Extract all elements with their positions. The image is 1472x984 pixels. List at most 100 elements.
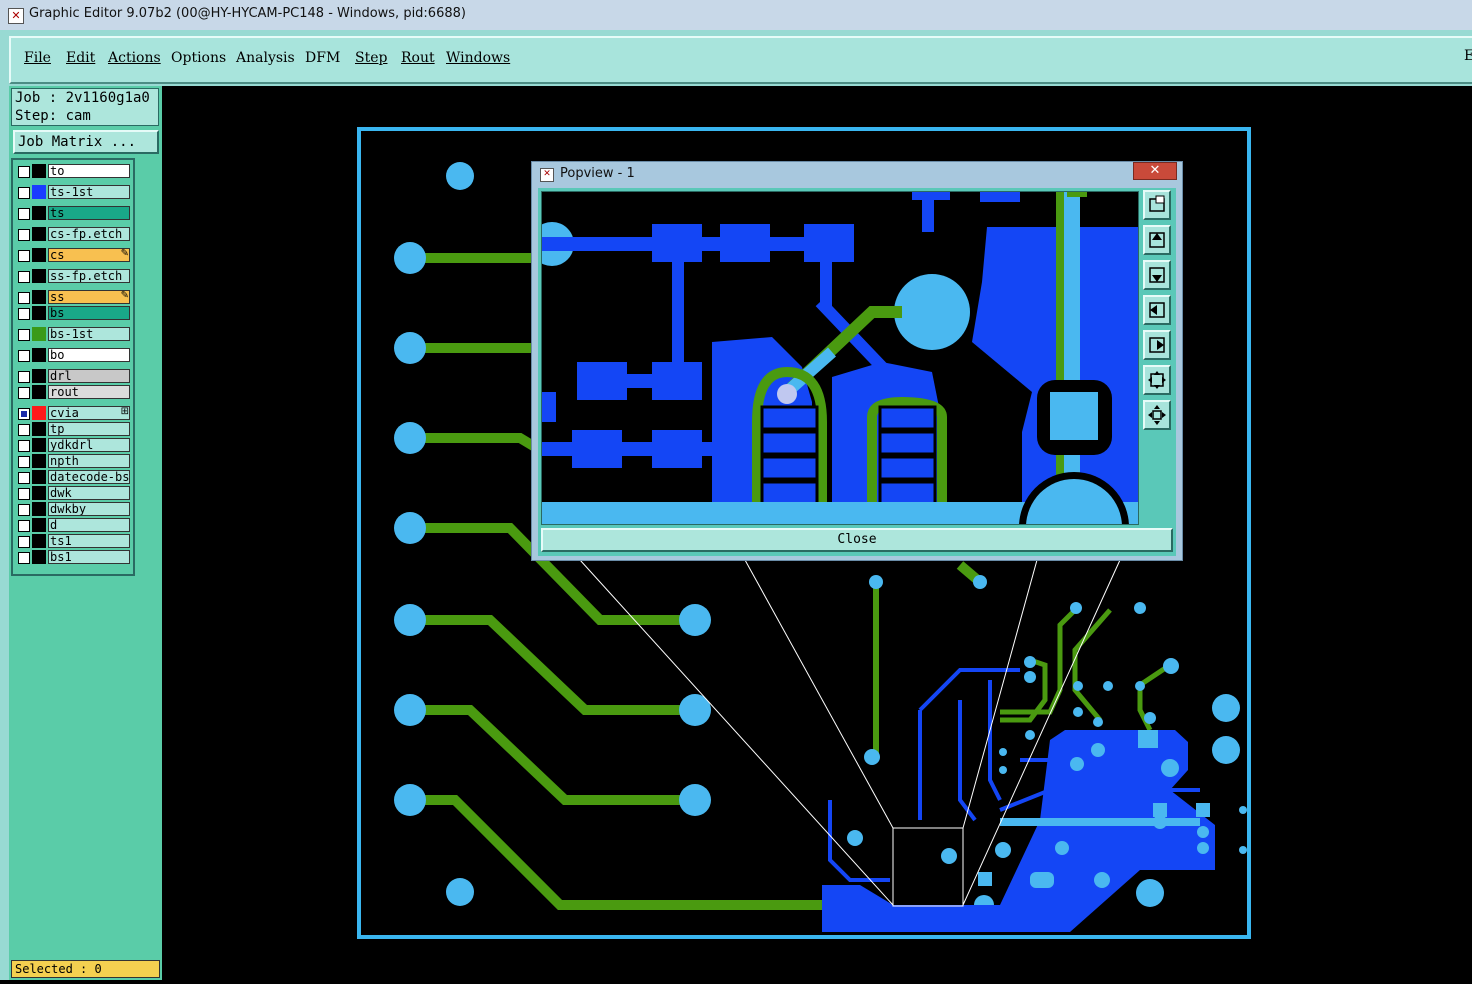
layer-color-swatch[interactable]: [32, 518, 46, 532]
layer-row-bs-1st[interactable]: bs-1st: [13, 327, 133, 343]
layer-color-swatch[interactable]: [32, 502, 46, 516]
layer-color-swatch[interactable]: [32, 206, 46, 220]
pan-right-icon[interactable]: [1143, 330, 1171, 360]
layer-name[interactable]: dwk: [48, 486, 130, 500]
menu-edit[interactable]: Edit: [66, 50, 95, 66]
layer-affected-checkbox[interactable]: [18, 536, 30, 548]
layer-color-swatch[interactable]: [32, 470, 46, 484]
layer-color-swatch[interactable]: [32, 534, 46, 548]
layer-name[interactable]: bo: [48, 348, 130, 362]
layer-affected-checkbox[interactable]: [18, 271, 30, 283]
menu-options[interactable]: Options: [171, 50, 226, 66]
layer-color-swatch[interactable]: [32, 438, 46, 452]
layer-color-swatch[interactable]: [32, 385, 46, 399]
layer-color-swatch[interactable]: [32, 454, 46, 468]
pan-up-icon[interactable]: [1143, 225, 1171, 255]
zoom-fit-icon[interactable]: [1143, 365, 1171, 395]
menu-analysis[interactable]: Analysis: [236, 50, 295, 66]
layer-affected-checkbox[interactable]: [18, 424, 30, 436]
layer-row-ts1[interactable]: ts1: [13, 534, 133, 550]
layer-name[interactable]: datecode-bs: [48, 470, 130, 484]
layer-name[interactable]: ss: [48, 290, 130, 304]
layer-name[interactable]: d: [48, 518, 130, 532]
layer-name[interactable]: ss-fp.etch: [48, 269, 130, 283]
menu-dfm[interactable]: DFM: [305, 50, 340, 66]
layer-name[interactable]: drl: [48, 369, 130, 383]
layer-color-swatch[interactable]: [32, 248, 46, 262]
layer-name[interactable]: cs-fp.etch: [48, 227, 130, 241]
layer-row-cs-fp-etch[interactable]: cs-fp.etch: [13, 227, 133, 243]
layer-affected-checkbox[interactable]: [18, 387, 30, 399]
menu-rout[interactable]: Rout: [401, 50, 435, 66]
layer-row-datecode-bs[interactable]: datecode-bs: [13, 470, 133, 486]
layer-affected-checkbox[interactable]: [18, 250, 30, 262]
layer-row-dwk[interactable]: dwk: [13, 486, 133, 502]
layer-affected-checkbox[interactable]: [18, 308, 30, 320]
layer-row-bo[interactable]: bo: [13, 348, 133, 364]
layer-row-cvia[interactable]: cvia ⊞: [13, 406, 133, 422]
layer-affected-checkbox[interactable]: [18, 504, 30, 516]
layer-affected-checkbox[interactable]: [18, 456, 30, 468]
layer-name[interactable]: ts: [48, 206, 130, 220]
layer-row-ydkdrl[interactable]: ydkdrl: [13, 438, 133, 454]
popview-close-button[interactable]: Close: [541, 528, 1173, 552]
layer-color-swatch[interactable]: [32, 269, 46, 283]
layer-affected-checkbox[interactable]: [18, 440, 30, 452]
menu-step[interactable]: Step: [355, 50, 387, 66]
menu-actions[interactable]: Actions: [108, 50, 161, 66]
layer-color-swatch[interactable]: [32, 348, 46, 362]
layer-color-swatch[interactable]: [32, 290, 46, 304]
layer-row-ts-1st[interactable]: ts-1st: [13, 185, 133, 201]
layer-name[interactable]: ts-1st: [48, 185, 130, 199]
layer-row-bs[interactable]: bs: [13, 306, 133, 322]
layer-name[interactable]: bs-1st: [48, 327, 130, 341]
zoom-home-icon[interactable]: [1143, 400, 1171, 430]
layer-row-ss[interactable]: ss ✎: [13, 290, 133, 306]
layer-color-swatch[interactable]: [32, 406, 46, 420]
layer-name[interactable]: cvia: [48, 406, 130, 420]
layer-name[interactable]: rout: [48, 385, 130, 399]
layer-color-swatch[interactable]: [32, 550, 46, 564]
layer-affected-checkbox[interactable]: [18, 292, 30, 304]
layer-name[interactable]: dwkby: [48, 502, 130, 516]
popview-close-icon[interactable]: ✕: [1133, 162, 1177, 180]
layer-row-drl[interactable]: drl: [13, 369, 133, 385]
layer-affected-checkbox[interactable]: [18, 488, 30, 500]
layer-color-swatch[interactable]: [32, 306, 46, 320]
layer-color-swatch[interactable]: [32, 227, 46, 241]
layer-name[interactable]: bs1: [48, 550, 130, 564]
layer-affected-checkbox[interactable]: [18, 408, 30, 420]
layer-row-npth[interactable]: npth: [13, 454, 133, 470]
layer-color-swatch[interactable]: [32, 327, 46, 341]
layer-name[interactable]: npth: [48, 454, 130, 468]
layer-name[interactable]: to: [48, 164, 130, 178]
layer-color-swatch[interactable]: [32, 164, 46, 178]
pan-left-icon[interactable]: [1143, 295, 1171, 325]
layer-affected-checkbox[interactable]: [18, 472, 30, 484]
layer-row-ts[interactable]: ts: [13, 206, 133, 222]
layer-color-swatch[interactable]: [32, 369, 46, 383]
layer-affected-checkbox[interactable]: [18, 187, 30, 199]
layer-affected-checkbox[interactable]: [18, 552, 30, 564]
pan-down-icon[interactable]: [1143, 260, 1171, 290]
layer-row-dwkby[interactable]: dwkby: [13, 502, 133, 518]
layer-color-swatch[interactable]: [32, 185, 46, 199]
layer-row-tp[interactable]: tp: [13, 422, 133, 438]
layer-name[interactable]: cs: [48, 248, 130, 262]
layer-name[interactable]: bs: [48, 306, 130, 320]
layer-row-ss-fp-etch[interactable]: ss-fp.etch: [13, 269, 133, 285]
layer-row-cs[interactable]: cs ✎: [13, 248, 133, 264]
menu-file[interactable]: File: [24, 50, 51, 66]
popview-zoom-view[interactable]: [541, 191, 1139, 525]
layer-affected-checkbox[interactable]: [18, 329, 30, 341]
layer-affected-checkbox[interactable]: [18, 520, 30, 532]
layer-row-rout[interactable]: rout: [13, 385, 133, 401]
job-matrix-button[interactable]: Job Matrix ...: [13, 130, 159, 154]
menu-windows[interactable]: Windows: [446, 50, 510, 66]
layer-row-to[interactable]: to: [13, 164, 133, 180]
layer-row-d[interactable]: d: [13, 518, 133, 534]
layer-affected-checkbox[interactable]: [18, 166, 30, 178]
layer-affected-checkbox[interactable]: [18, 371, 30, 383]
layer-name[interactable]: ydkdrl: [48, 438, 130, 452]
layer-color-swatch[interactable]: [32, 422, 46, 436]
